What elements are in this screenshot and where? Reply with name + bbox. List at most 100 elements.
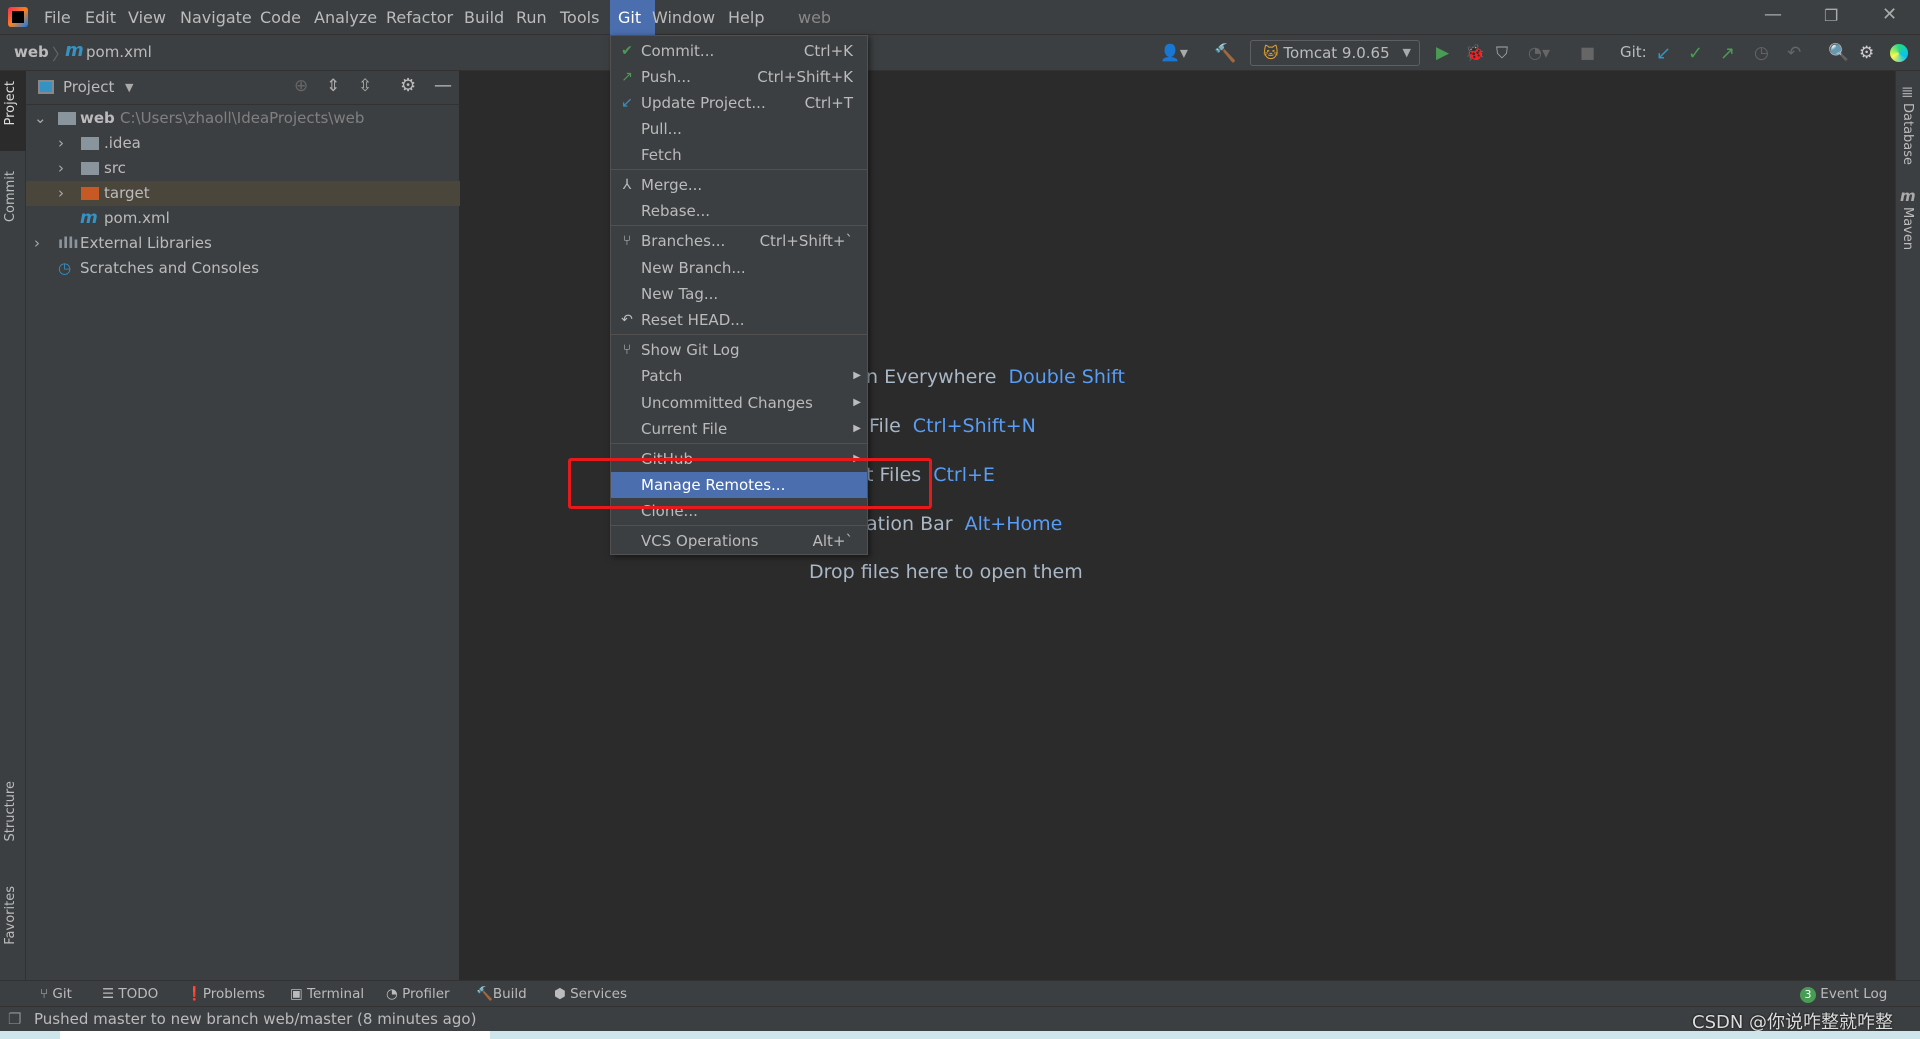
git-log-icon: ⑂ xyxy=(622,342,632,358)
menu-separator xyxy=(611,169,867,170)
tool-services[interactable]: ⬢ Services xyxy=(554,981,627,1007)
project-view-selector[interactable]: Project xyxy=(63,78,114,96)
menu-run[interactable]: Run xyxy=(508,0,555,35)
undo-icon: ↶ xyxy=(621,312,633,328)
git-push-icon[interactable]: ↗ xyxy=(1720,43,1735,64)
tree-item-external-libraries[interactable]: › ıllı External Libraries xyxy=(26,231,460,256)
chevron-right-icon[interactable]: › xyxy=(58,181,64,206)
git-update-icon[interactable]: ↙ xyxy=(1656,43,1671,64)
menu-window[interactable]: Window xyxy=(644,0,723,35)
menu-build[interactable]: Build xyxy=(456,0,512,35)
debug-icon[interactable]: 🐞 xyxy=(1465,43,1485,62)
close-button[interactable]: ✕ xyxy=(1882,4,1897,25)
menu-view[interactable]: View xyxy=(120,0,174,35)
menu-item-rebase[interactable]: Rebase... xyxy=(611,198,867,224)
run-config-selector[interactable]: 🐱 Tomcat 9.0.65 ▼ xyxy=(1250,40,1420,66)
stop-icon[interactable]: ■ xyxy=(1580,43,1595,62)
menu-item-update-project[interactable]: ↙ Update Project... Ctrl+T xyxy=(611,90,867,116)
tool-problems[interactable]: ❗Problems xyxy=(186,981,265,1007)
maven-icon: m xyxy=(1900,187,1916,205)
tree-item-pom[interactable]: m pom.xml xyxy=(26,206,460,231)
menu-analyze[interactable]: Analyze xyxy=(306,0,385,35)
menu-item-current-file[interactable]: Current File ▶ xyxy=(611,416,867,442)
drop-files-hint: Drop files here to open them xyxy=(809,561,1083,583)
locate-icon[interactable]: ⊕ xyxy=(294,76,308,96)
run-icon[interactable]: ▶ xyxy=(1436,43,1449,63)
tab-favorites[interactable]: Favorites xyxy=(3,886,18,945)
chevron-right-icon[interactable]: › xyxy=(34,231,40,256)
tab-commit[interactable]: Commit xyxy=(3,171,18,222)
menu-item-uncommitted-changes[interactable]: Uncommitted Changes ▶ xyxy=(611,390,867,416)
minimize-button[interactable]: — xyxy=(1764,4,1782,25)
menu-item-reset-head[interactable]: ↶ Reset HEAD... xyxy=(611,307,867,333)
excluded-folder-icon xyxy=(81,187,99,200)
tree-root-web[interactable]: ⌄ web C:\Users\zhaoll\IdeaProjects\web xyxy=(26,106,460,131)
tree-item-src[interactable]: › src xyxy=(26,156,460,181)
tool-git[interactable]: ⑂ Git xyxy=(40,981,72,1007)
tool-profiler[interactable]: ◔ Profiler xyxy=(386,981,450,1007)
tab-database[interactable]: Database xyxy=(1900,103,1915,165)
menu-item-push[interactable]: ↗ Push... Ctrl+Shift+K xyxy=(611,64,867,90)
history-icon[interactable]: ◷ xyxy=(1754,43,1769,63)
menu-help[interactable]: Help xyxy=(720,0,772,35)
gear-icon[interactable]: ⚙ xyxy=(400,75,416,96)
menu-item-patch[interactable]: Patch ▶ xyxy=(611,363,867,389)
chevron-right-icon[interactable]: › xyxy=(58,131,64,156)
collapse-all-icon[interactable]: ⇳ xyxy=(358,76,372,96)
tool-todo[interactable]: ☰ TODO xyxy=(102,981,158,1007)
menu-refactor[interactable]: Refactor xyxy=(378,0,461,35)
restore-button[interactable]: ❐ xyxy=(1824,6,1838,25)
event-log-button[interactable]: 3 Event Log xyxy=(1800,981,1887,1007)
chevron-right-icon[interactable]: › xyxy=(58,156,64,181)
annotation-highlight-box xyxy=(568,458,932,509)
menu-item-new-tag[interactable]: New Tag... xyxy=(611,281,867,307)
chevron-down-icon[interactable]: ⌄ xyxy=(34,106,47,131)
rollback-icon[interactable]: ↶ xyxy=(1787,43,1801,63)
menu-code[interactable]: Code xyxy=(252,0,309,35)
search-icon[interactable]: 🔍 xyxy=(1828,43,1849,63)
hint-search-everywhere: n Everywhere Double Shift xyxy=(866,366,1125,388)
tree-item-scratches[interactable]: ◷ Scratches and Consoles xyxy=(26,256,460,281)
navigation-bar: web 〉 m pom.xml 👤▾ 🔨 🐱 Tomcat 9.0.65 ▼ ▶… xyxy=(0,35,1920,71)
menu-item-pull[interactable]: Pull... xyxy=(611,116,867,142)
tool-terminal[interactable]: ▣ Terminal xyxy=(290,981,364,1007)
menu-edit[interactable]: Edit xyxy=(77,0,124,35)
menu-file[interactable]: File xyxy=(36,0,79,35)
git-commit-icon[interactable]: ✓ xyxy=(1688,43,1703,64)
tool-build[interactable]: 🔨Build xyxy=(476,981,527,1007)
menu-navigate[interactable]: Navigate xyxy=(172,0,260,35)
tab-maven[interactable]: Maven xyxy=(1900,207,1915,250)
tree-path: C:\Users\zhaoll\IdeaProjects\web xyxy=(120,109,365,127)
user-icon[interactable]: 👤▾ xyxy=(1160,43,1188,62)
intellij-logo-icon xyxy=(8,7,28,27)
menu-item-fetch[interactable]: Fetch xyxy=(611,142,867,168)
menu-item-commit[interactable]: ✔ Commit... Ctrl+K xyxy=(611,38,867,64)
status-toggle-icon[interactable]: ❐ xyxy=(8,1010,21,1028)
toolbox-icon[interactable] xyxy=(1890,44,1908,62)
expand-all-icon[interactable]: ⇕ xyxy=(326,76,340,96)
update-arrow-icon: ↙ xyxy=(621,95,633,111)
maven-icon: m xyxy=(65,40,84,61)
breadcrumb-file[interactable]: pom.xml xyxy=(86,43,152,61)
tab-structure[interactable]: Structure xyxy=(3,781,18,841)
hint-go-to-file: File Ctrl+Shift+N xyxy=(869,415,1036,437)
gear-icon[interactable]: ⚙ xyxy=(1859,43,1874,63)
tree-item-idea[interactable]: › .idea xyxy=(26,131,460,156)
profile-icon[interactable]: ◔▾ xyxy=(1528,43,1550,62)
tab-project[interactable]: Project xyxy=(3,81,18,125)
hide-icon[interactable]: — xyxy=(434,75,452,96)
breadcrumb-project[interactable]: web xyxy=(14,43,49,61)
menu-tools[interactable]: Tools xyxy=(552,0,607,35)
menu-item-show-git-log[interactable]: ⑂ Show Git Log xyxy=(611,337,867,363)
tree-item-target[interactable]: › target xyxy=(26,181,460,206)
status-message[interactable]: Pushed master to new branch web/master (… xyxy=(34,1010,476,1028)
coverage-icon[interactable]: ⛉ xyxy=(1496,43,1508,63)
menu-item-new-branch[interactable]: New Branch... xyxy=(611,255,867,281)
menu-item-merge[interactable]: ⅄ Merge... xyxy=(611,172,867,198)
chevron-down-icon[interactable]: ▼ xyxy=(125,81,133,94)
window-title: web xyxy=(798,8,832,27)
submenu-arrow-icon: ▶ xyxy=(853,423,861,434)
menu-item-branches[interactable]: ⑂ Branches... Ctrl+Shift+` xyxy=(611,228,867,254)
build-hammer-icon[interactable]: 🔨 xyxy=(1214,43,1236,64)
menu-item-vcs-operations[interactable]: VCS Operations Alt+` xyxy=(611,528,867,554)
